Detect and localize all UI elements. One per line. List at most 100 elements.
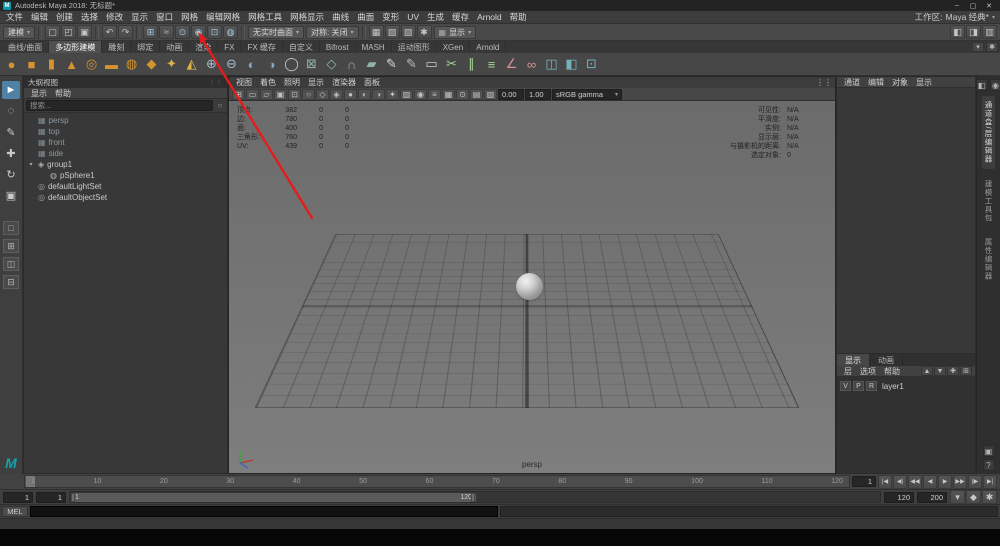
channel-box-menu-item[interactable]: 对象 bbox=[888, 77, 912, 88]
viewport-canvas[interactable]: 顶点: 382 0 0 边: 780 0 0 面: 400 0 0 三角形: 760 0 0 bbox=[229, 101, 835, 473]
super-ellipse-icon[interactable]: ✦ bbox=[162, 55, 181, 74]
outliner-item[interactable]: ▦ front bbox=[24, 137, 227, 148]
outliner-item[interactable]: ◍ pSphere1 bbox=[24, 170, 227, 181]
menu-item[interactable]: 修改 bbox=[102, 11, 127, 23]
insert-edge-loop-icon[interactable]: ∥ bbox=[462, 55, 481, 74]
pin-panel-icon[interactable]: ◉ bbox=[989, 79, 1000, 91]
average-vertices-icon[interactable]: ⊡ bbox=[582, 55, 601, 74]
shelf-tab[interactable]: FX 缓存 bbox=[241, 41, 283, 53]
poly-plane-icon[interactable]: ▬ bbox=[102, 55, 121, 74]
new-empty-layer-icon[interactable]: ✚ bbox=[947, 366, 959, 376]
layout-four-pane[interactable]: ⊞ bbox=[3, 239, 19, 253]
close-button[interactable]: ✕ bbox=[981, 2, 997, 10]
multi-cut-icon[interactable]: ✂ bbox=[442, 55, 461, 74]
live-surface-dropdown[interactable]: 无实时曲面 ▾ bbox=[248, 25, 305, 39]
quad-draw-icon[interactable]: ▭ bbox=[422, 55, 441, 74]
step-back-key-icon[interactable]: ◀◀ bbox=[908, 474, 922, 489]
shelf-tab[interactable]: XGen bbox=[437, 41, 471, 53]
shelf-tab[interactable]: 运动图形 bbox=[392, 41, 437, 53]
workspace-value[interactable]: Maya 经典* bbox=[946, 11, 989, 23]
fill-hole-icon[interactable]: ▰ bbox=[362, 55, 381, 74]
layer-row[interactable]: VPR layer1 bbox=[837, 380, 975, 392]
field-chart-icon[interactable]: ⊡ bbox=[288, 88, 301, 100]
move-layer-down-icon[interactable]: ▼ bbox=[934, 366, 946, 376]
snap-to-grid-icon[interactable]: ⊞ bbox=[143, 25, 159, 39]
open-scene-icon[interactable]: ◰ bbox=[61, 25, 77, 39]
snap-to-view-plane-icon[interactable]: ⊡ bbox=[207, 25, 223, 39]
outliner-item[interactable]: ◎ defaultObjectSet bbox=[24, 192, 227, 203]
outliner-item[interactable]: ◎ defaultLightSet bbox=[24, 181, 227, 192]
poly-disc-icon[interactable]: ◍ bbox=[122, 55, 141, 74]
boolean-difference-icon[interactable]: ◑ bbox=[262, 55, 281, 74]
current-time-marker[interactable] bbox=[26, 476, 35, 487]
menu-item[interactable]: 网格工具 bbox=[244, 11, 286, 23]
save-scene-icon[interactable]: ▣ bbox=[77, 25, 93, 39]
paint-select-tool[interactable]: ✎ bbox=[2, 123, 20, 141]
shelf-tab[interactable]: 渲染 bbox=[189, 41, 219, 53]
wireframe-icon[interactable]: ◈ bbox=[330, 88, 343, 100]
poly-cylinder-icon[interactable]: ▮ bbox=[42, 55, 61, 74]
sidebar-vertical-tab[interactable]: 通道盒/层编辑器 bbox=[982, 96, 995, 169]
shelf-tab[interactable]: Arnold bbox=[470, 41, 507, 53]
grid-toggle-icon[interactable]: ⊞ bbox=[232, 88, 245, 100]
search-icon[interactable]: ○ bbox=[215, 101, 225, 110]
step-forward-frame-icon[interactable]: |▶ bbox=[968, 474, 982, 489]
attribute-editor-toggle-icon[interactable]: ◧ bbox=[950, 25, 965, 39]
panel-menu-icon[interactable]: ⋮⋮ bbox=[209, 79, 223, 86]
layer-editor-menu-item[interactable]: 选项 bbox=[856, 366, 880, 377]
range-handle-left[interactable] bbox=[71, 493, 75, 502]
new-scene-icon[interactable]: ▢ bbox=[45, 25, 61, 39]
step-back-frame-icon[interactable]: ◀| bbox=[893, 474, 907, 489]
shaded-icon[interactable]: ● bbox=[344, 88, 357, 100]
extrude-icon[interactable]: ⊠ bbox=[302, 55, 321, 74]
poly-sphere-icon[interactable]: ● bbox=[2, 55, 21, 74]
gate-mask-icon[interactable]: ▣ bbox=[274, 88, 287, 100]
outliner-header[interactable]: 大纲视图 ⋮⋮ bbox=[24, 77, 227, 88]
channel-box-menu-item[interactable]: 显示 bbox=[912, 77, 936, 88]
shelf-tab[interactable]: Bifrost bbox=[320, 41, 356, 53]
sidebar-vertical-tab[interactable]: 建模工具包 bbox=[982, 175, 995, 228]
menu-item[interactable]: 网格显示 bbox=[286, 11, 328, 23]
depth-of-field-icon[interactable]: ⊙ bbox=[456, 88, 469, 100]
viewport-menu-item[interactable]: 视图 bbox=[232, 77, 256, 88]
append-to-polygon-icon[interactable]: ✎ bbox=[382, 55, 401, 74]
sculpt-tool-icon[interactable]: ◭ bbox=[182, 55, 201, 74]
viewport-menu-item[interactable]: 面板 bbox=[360, 77, 384, 88]
open-render-view-icon[interactable]: ▦ bbox=[368, 25, 384, 39]
shelf-tab[interactable]: 雕刻 bbox=[102, 41, 132, 53]
menu-set-dropdown[interactable]: 建模 ▾ bbox=[3, 25, 36, 39]
smooth-icon[interactable]: ◯ bbox=[282, 55, 301, 74]
viewport-menu-item[interactable]: 着色 bbox=[256, 77, 280, 88]
maximize-button[interactable]: ▢ bbox=[965, 2, 981, 10]
snap-to-projected-center-icon[interactable]: ◉ bbox=[191, 25, 207, 39]
animation-preferences-icon[interactable]: ✱ bbox=[982, 490, 997, 504]
scale-tool[interactable]: ▣ bbox=[2, 186, 20, 204]
mirror-icon[interactable]: ◫ bbox=[542, 55, 561, 74]
time-slider-track[interactable]: 1102030405060708090100110120 bbox=[24, 475, 850, 488]
crease-tool-icon[interactable]: ∠ bbox=[502, 55, 521, 74]
motion-blur-icon[interactable]: ≡ bbox=[428, 88, 441, 100]
shelf-tab[interactable]: 绑定 bbox=[131, 41, 161, 53]
layout-single-pane[interactable]: □ bbox=[3, 221, 19, 235]
current-frame-field[interactable]: 1 bbox=[852, 476, 876, 487]
search-input[interactable]: 搜索... bbox=[26, 100, 213, 111]
move-tool[interactable]: ✚ bbox=[2, 144, 20, 162]
display-dropdown[interactable]: ▦ 显示 ▾ bbox=[433, 25, 477, 39]
screen-capture-icon[interactable]: ▣ bbox=[982, 445, 995, 457]
separate-icon[interactable]: ⊖ bbox=[222, 55, 241, 74]
bevel-icon[interactable]: ◇ bbox=[322, 55, 341, 74]
play-forwards-icon[interactable]: ▶ bbox=[938, 474, 952, 489]
ambient-occlusion-icon[interactable]: ◉ bbox=[414, 88, 427, 100]
layout-persp-outliner[interactable]: ◫ bbox=[3, 257, 19, 271]
undo-icon[interactable]: ↶ bbox=[102, 25, 118, 39]
viewport-menu-item[interactable]: 渲染器 bbox=[328, 77, 360, 88]
expand-panel-icon[interactable]: ◧ bbox=[975, 79, 988, 91]
menu-item[interactable]: 文件 bbox=[2, 11, 27, 23]
expander-icon[interactable]: ▾ bbox=[27, 161, 35, 168]
help-panel-icon[interactable]: ? bbox=[982, 459, 995, 471]
layer-editor-menu-item[interactable]: 帮助 bbox=[880, 366, 904, 377]
shelf-options-icon[interactable]: ✱ bbox=[986, 42, 998, 52]
use-default-material-icon[interactable]: ◑ bbox=[372, 88, 385, 100]
layout-persp-graph[interactable]: ⊟ bbox=[3, 275, 19, 289]
menu-item[interactable]: Arnold bbox=[473, 12, 506, 22]
